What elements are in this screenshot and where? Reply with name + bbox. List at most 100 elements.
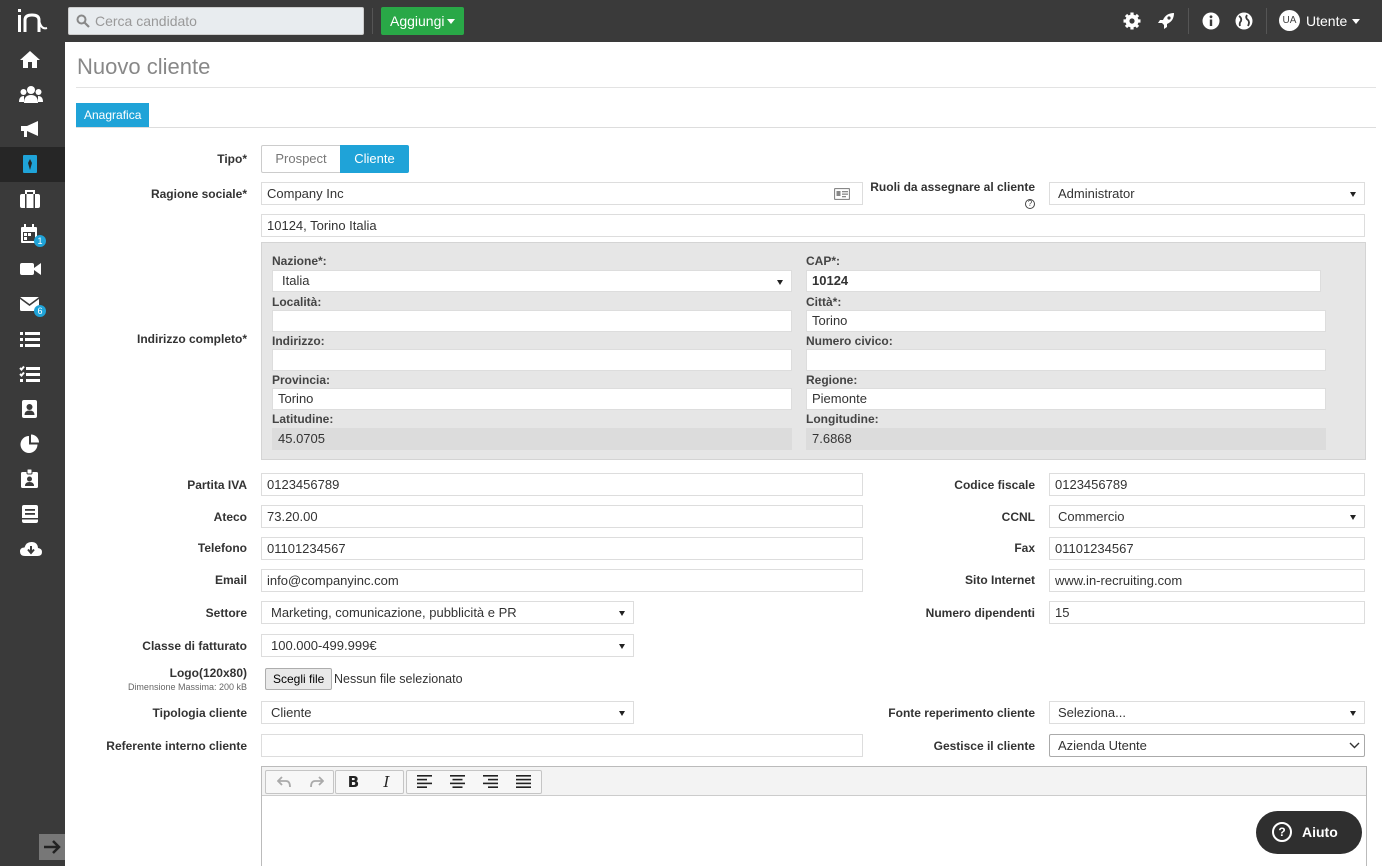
sidebar-item-download[interactable] xyxy=(0,532,65,567)
logo-label: Logo(120x80) xyxy=(169,666,247,680)
partita-iva-field[interactable]: 0123456789 xyxy=(261,473,863,496)
email-field[interactable]: info@companyinc.com xyxy=(261,569,863,592)
sidebar-item-lists[interactable] xyxy=(0,322,65,357)
format-group: B I xyxy=(335,770,404,794)
indirizzo-field[interactable] xyxy=(272,349,792,371)
sito-value: www.in-recruiting.com xyxy=(1055,573,1183,588)
sidebar-item-reports[interactable] xyxy=(0,427,65,462)
referente-label: Referente interno cliente xyxy=(106,739,247,753)
sidebar-item-contacts[interactable] xyxy=(0,392,65,427)
ccnl-label: CCNL xyxy=(1001,510,1035,524)
search-box[interactable] xyxy=(68,7,364,35)
italic-button[interactable]: I xyxy=(370,771,403,793)
gestisce-select[interactable]: Azienda Utente xyxy=(1049,734,1365,757)
sidebar-item-jobs[interactable] xyxy=(0,182,65,217)
gestisce-value: Azienda Utente xyxy=(1058,738,1147,753)
longitudine-field: 7.6868 xyxy=(806,428,1326,450)
avatar: UA xyxy=(1279,10,1300,31)
settore-select[interactable]: Marketing, comunicazione, pubblicità e P… xyxy=(261,601,634,624)
fatturato-value: 100.000-499.999€ xyxy=(271,638,377,653)
partita-iva-value: 0123456789 xyxy=(267,477,340,492)
home-icon xyxy=(20,51,40,68)
regione-value: Piemonte xyxy=(812,391,867,406)
ragione-sociale-field[interactable]: Company Inc xyxy=(261,182,863,205)
ccnl-select[interactable]: Commercio xyxy=(1049,505,1365,528)
tipo-option-prospect[interactable]: Prospect xyxy=(261,145,341,173)
codice-fiscale-field[interactable]: 0123456789 xyxy=(1049,473,1365,496)
ruoli-select[interactable]: Administrator xyxy=(1049,182,1365,205)
align-left-button[interactable] xyxy=(408,771,441,793)
bold-button[interactable]: B xyxy=(337,771,370,793)
address-card-icon[interactable] xyxy=(834,188,850,200)
cloud-download-icon xyxy=(20,542,42,556)
citta-field[interactable]: Torino xyxy=(806,310,1326,332)
undo-button[interactable] xyxy=(267,771,300,793)
rocket-icon[interactable] xyxy=(1156,11,1176,31)
fax-field[interactable]: 01101234567 xyxy=(1049,537,1365,560)
megaphone-icon xyxy=(21,121,38,137)
localita-field[interactable] xyxy=(272,310,792,332)
tipologia-value: Cliente xyxy=(271,705,312,720)
sito-label: Sito Internet xyxy=(964,573,1035,587)
globe-icon[interactable] xyxy=(1234,11,1254,31)
align-justify-button[interactable] xyxy=(507,771,540,793)
sidebar-item-clients[interactable] xyxy=(0,147,65,182)
sidebar: 1 6 xyxy=(0,42,65,866)
users-icon xyxy=(19,86,43,103)
sidebar-collapse-button[interactable] xyxy=(39,834,65,860)
sidebar-item-messages[interactable]: 6 xyxy=(0,287,65,322)
provincia-label: Provincia: xyxy=(272,373,331,387)
choose-file-button[interactable]: Scegli file xyxy=(265,668,333,690)
sidebar-item-tasks[interactable] xyxy=(0,357,65,392)
cap-value: 10124 xyxy=(812,273,849,288)
sidebar-item-candidates[interactable] xyxy=(0,77,65,112)
info-icon[interactable] xyxy=(1201,11,1221,31)
gear-icon[interactable] xyxy=(1122,11,1142,31)
tasks-icon xyxy=(19,365,40,382)
redo-button[interactable] xyxy=(300,771,333,793)
regione-field[interactable]: Piemonte xyxy=(806,388,1326,410)
sidebar-item-badge[interactable] xyxy=(0,462,65,497)
caret-down-icon xyxy=(1350,192,1356,197)
settore-label: Settore xyxy=(205,606,247,620)
help-icon[interactable]: ? xyxy=(1025,199,1035,209)
app-logo[interactable] xyxy=(14,6,50,36)
sito-field[interactable]: www.in-recruiting.com xyxy=(1049,569,1365,592)
caret-down-icon xyxy=(777,280,783,285)
telefono-field[interactable]: 01101234567 xyxy=(261,537,863,560)
add-button[interactable]: Aggiungi xyxy=(381,7,464,35)
fatturato-select[interactable]: 100.000-499.999€ xyxy=(261,634,634,657)
fonte-select[interactable]: Seleziona... xyxy=(1049,701,1365,724)
cap-field[interactable]: 10124 xyxy=(806,270,1321,292)
indirizzo-summary-field[interactable]: 10124, Torino Italia xyxy=(261,214,1365,237)
latitudine-field: 45.0705 xyxy=(272,428,792,450)
search-input[interactable] xyxy=(95,8,361,34)
align-center-button[interactable] xyxy=(441,771,474,793)
ateco-field[interactable]: 73.20.00 xyxy=(261,505,863,528)
tab-anagrafica[interactable]: Anagrafica xyxy=(76,103,150,127)
help-button[interactable]: ? Aiuto xyxy=(1256,811,1362,854)
tipologia-select[interactable]: Cliente xyxy=(261,701,634,724)
sidebar-item-video[interactable] xyxy=(0,252,65,287)
tipo-option-cliente[interactable]: Cliente xyxy=(340,145,409,173)
sidebar-item-home[interactable] xyxy=(0,42,65,77)
editor-content-area[interactable] xyxy=(262,797,1366,866)
nazione-select[interactable]: Italia xyxy=(272,270,792,292)
sidebar-item-calendar[interactable]: 1 xyxy=(0,217,65,252)
caret-down-icon xyxy=(1350,515,1356,520)
sidebar-item-docs[interactable] xyxy=(0,497,65,532)
referente-field[interactable] xyxy=(261,734,863,757)
fonte-label: Fonte reperimento cliente xyxy=(888,706,1035,720)
provincia-field[interactable]: Torino xyxy=(272,388,792,410)
italic-icon: I xyxy=(383,773,390,791)
search-icon xyxy=(76,14,90,28)
align-left-icon xyxy=(417,775,432,788)
caret-down-icon xyxy=(619,644,625,649)
dipendenti-field[interactable]: 15 xyxy=(1049,601,1365,624)
numero-civico-field[interactable] xyxy=(806,349,1326,371)
undo-icon xyxy=(276,776,291,788)
align-right-button[interactable] xyxy=(474,771,507,793)
localita-label: Località: xyxy=(272,295,322,309)
chevron-down-icon xyxy=(1349,742,1360,749)
sidebar-item-announcements[interactable] xyxy=(0,112,65,147)
